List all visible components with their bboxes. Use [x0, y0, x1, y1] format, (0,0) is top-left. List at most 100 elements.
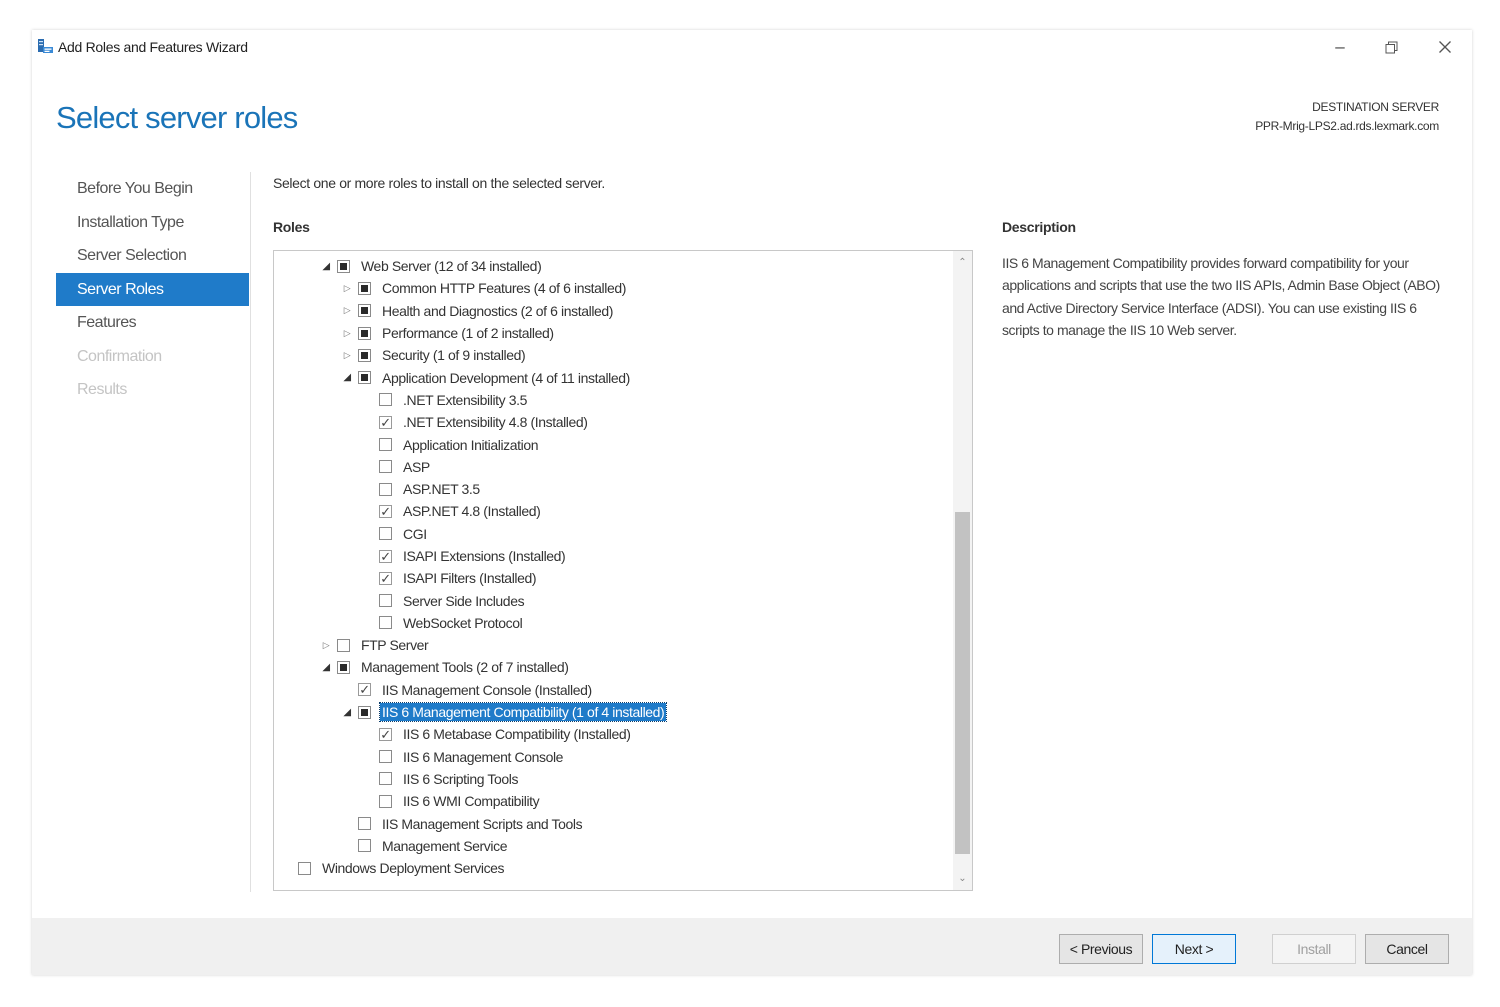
- minimize-button[interactable]: –: [1320, 34, 1360, 60]
- role-checkbox[interactable]: ✓: [358, 683, 371, 697]
- role-label: ASP.NET 3.5: [403, 481, 480, 498]
- scroll-down-button[interactable]: ⌄: [953, 869, 972, 888]
- role-checkbox[interactable]: [358, 304, 371, 318]
- role-checkbox[interactable]: [358, 839, 371, 853]
- role-checkbox[interactable]: [358, 817, 371, 831]
- install-button[interactable]: Install: [1272, 934, 1356, 964]
- role-checkbox[interactable]: [379, 616, 392, 630]
- role-checkbox[interactable]: ✓: [379, 727, 392, 741]
- collapsed-arrow-icon[interactable]: ▷: [340, 304, 354, 318]
- collapsed-arrow-icon[interactable]: ▷: [319, 638, 333, 652]
- collapsed-arrow-icon[interactable]: ▷: [340, 348, 354, 362]
- role-row[interactable]: ✓ IIS 6 Metabase Compatibility (Installed…: [274, 723, 950, 745]
- nav-item-server-selection[interactable]: Server Selection: [56, 239, 249, 273]
- role-label: CGI: [403, 525, 427, 542]
- role-checkbox[interactable]: [358, 371, 371, 385]
- role-row[interactable]: ◢ Web Server (12 of 34 installed): [274, 255, 950, 277]
- role-checkbox[interactable]: [337, 660, 350, 674]
- role-checkbox[interactable]: [379, 460, 392, 474]
- role-checkbox[interactable]: ✓: [379, 504, 392, 518]
- roles-scrollbar[interactable]: ⌃ ⌄: [953, 251, 972, 890]
- minimize-icon: –: [1335, 37, 1345, 56]
- role-checkbox[interactable]: [379, 772, 392, 786]
- nav-item-features[interactable]: Features: [56, 306, 249, 340]
- role-row[interactable]: Application Initialization: [274, 433, 950, 455]
- role-row[interactable]: ✓ ISAPI Filters (Installed): [274, 567, 950, 589]
- role-label: ASP: [403, 458, 430, 475]
- role-row[interactable]: .NET Extensibility 3.5: [274, 389, 950, 411]
- next-button[interactable]: Next >: [1152, 934, 1236, 964]
- role-label: .NET Extensibility 3.5: [403, 391, 527, 408]
- role-row[interactable]: ✓ ASP.NET 4.8 (Installed): [274, 500, 950, 522]
- role-label: Windows Deployment Services: [322, 860, 505, 877]
- role-row[interactable]: IIS 6 Scripting Tools: [274, 768, 950, 790]
- checkmark-icon: ✓: [380, 548, 391, 564]
- role-checkbox[interactable]: [337, 638, 350, 652]
- role-label: Application Initialization: [403, 436, 539, 453]
- role-row[interactable]: IIS 6 Management Console: [274, 746, 950, 768]
- expanded-arrow-icon[interactable]: ◢: [319, 660, 333, 674]
- role-row[interactable]: WebSocket Protocol: [274, 612, 950, 634]
- nav-item-installation-type[interactable]: Installation Type: [56, 206, 249, 240]
- restore-button[interactable]: [1371, 34, 1411, 60]
- role-row[interactable]: Windows Deployment Services: [274, 857, 950, 879]
- role-row[interactable]: ▷ Health and Diagnostics (2 of 6 installe…: [274, 300, 950, 322]
- role-checkbox[interactable]: ✓: [379, 571, 392, 585]
- role-checkbox[interactable]: ✓: [379, 548, 392, 564]
- expanded-arrow-icon[interactable]: ◢: [340, 705, 354, 719]
- nav-item-before-you-begin[interactable]: Before You Begin: [56, 172, 249, 206]
- role-checkbox[interactable]: [379, 750, 392, 764]
- role-row[interactable]: ✓ IIS Management Console (Installed): [274, 679, 950, 701]
- roles-tree-list: ◢ Web Server (12 of 34 installed) ▷ Common …: [274, 255, 950, 879]
- expanded-arrow-icon[interactable]: ◢: [319, 259, 333, 273]
- role-row[interactable]: ▷ Common HTTP Features (4 of 6 installed): [274, 277, 950, 299]
- role-checkbox[interactable]: [358, 705, 371, 719]
- role-checkbox[interactable]: [379, 438, 392, 452]
- role-label: FTP Server: [361, 637, 429, 654]
- role-checkbox[interactable]: [379, 527, 392, 541]
- title-bar[interactable]: Add Roles and Features Wizard –: [32, 30, 1472, 64]
- role-checkbox[interactable]: [337, 259, 350, 273]
- cancel-button[interactable]: Cancel: [1365, 934, 1449, 964]
- nav-item-results: Results: [77, 381, 127, 398]
- role-row[interactable]: IIS 6 WMI Compatibility: [274, 790, 950, 812]
- role-row[interactable]: Management Service: [274, 835, 950, 857]
- scroll-thumb[interactable]: [955, 512, 970, 854]
- role-row[interactable]: ◢ Management Tools (2 of 7 installed): [274, 656, 950, 678]
- role-checkbox[interactable]: [379, 393, 392, 407]
- role-checkbox[interactable]: ✓: [379, 415, 392, 429]
- role-checkbox[interactable]: [379, 594, 392, 608]
- role-label: Application Development (4 of 11 install…: [382, 369, 630, 386]
- role-checkbox[interactable]: [358, 348, 371, 362]
- role-checkbox[interactable]: [358, 326, 371, 340]
- role-row[interactable]: ASP: [274, 456, 950, 478]
- close-button[interactable]: [1425, 34, 1465, 60]
- roles-tree[interactable]: ◢ Web Server (12 of 34 installed) ▷ Common …: [273, 250, 973, 891]
- nav-item-server-roles[interactable]: Server Roles: [56, 272, 249, 306]
- role-row[interactable]: CGI: [274, 523, 950, 545]
- role-row[interactable]: ✓ .NET Extensibility 4.8 (Installed): [274, 411, 950, 433]
- collapsed-arrow-icon[interactable]: ▷: [340, 281, 354, 295]
- previous-button[interactable]: < Previous: [1059, 934, 1143, 964]
- role-checkbox[interactable]: [379, 482, 392, 496]
- role-checkbox[interactable]: [379, 794, 392, 808]
- role-row[interactable]: ▷ Performance (1 of 2 installed): [274, 322, 950, 344]
- role-row[interactable]: ◢ IIS 6 Management Compatibility (1 of 4 …: [274, 701, 950, 723]
- expanded-arrow-icon[interactable]: ◢: [340, 371, 354, 385]
- role-row[interactable]: ▷ FTP Server: [274, 634, 950, 656]
- role-row[interactable]: ▷ Security (1 of 9 installed): [274, 344, 950, 366]
- scroll-up-button[interactable]: ⌃: [953, 253, 972, 272]
- role-checkbox[interactable]: [298, 861, 311, 875]
- role-checkbox[interactable]: [358, 281, 371, 295]
- role-row[interactable]: Server Side Includes: [274, 589, 950, 611]
- collapsed-arrow-icon[interactable]: ▷: [340, 326, 354, 340]
- role-row[interactable]: ◢ Application Development (4 of 11 instal…: [274, 366, 950, 388]
- role-row[interactable]: ASP.NET 3.5: [274, 478, 950, 500]
- role-row[interactable]: IIS Management Scripts and Tools: [274, 812, 950, 834]
- role-row[interactable]: ✓ ISAPI Extensions (Installed): [274, 545, 950, 567]
